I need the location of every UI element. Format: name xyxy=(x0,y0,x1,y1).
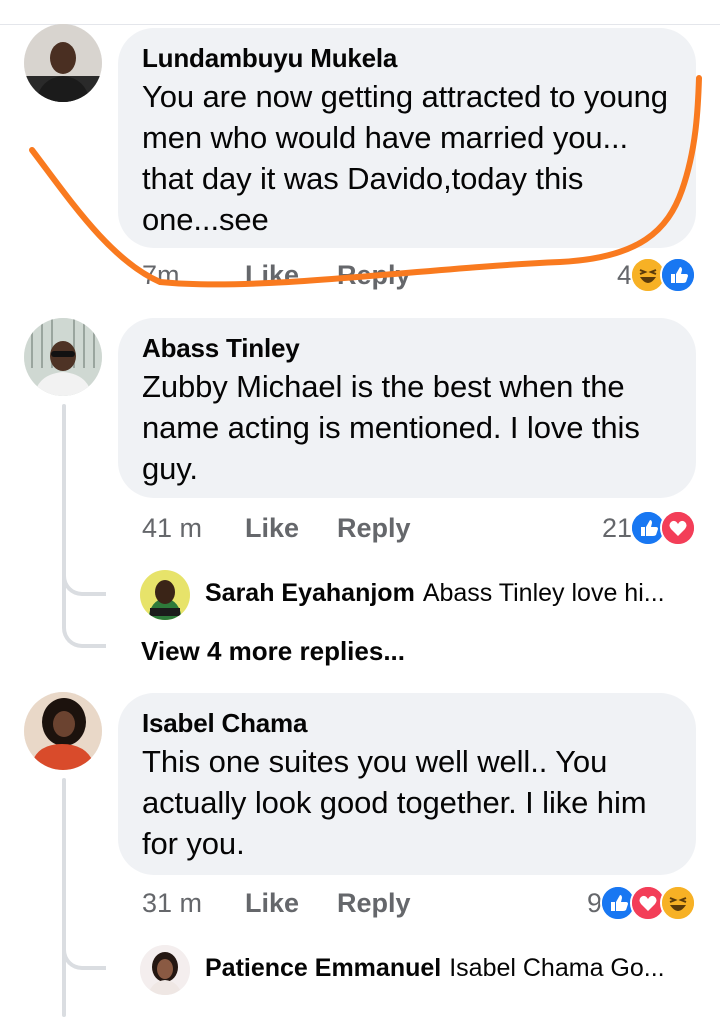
like-button[interactable]: Like xyxy=(245,260,337,291)
thread-branch xyxy=(62,600,106,648)
top-divider xyxy=(0,24,720,25)
like-button[interactable]: Like xyxy=(245,513,337,544)
avatar-lundambuyu[interactable] xyxy=(24,24,102,102)
reactions-summary[interactable]: 21 xyxy=(602,510,696,546)
comment-text: You are now getting attracted to young m… xyxy=(142,79,668,237)
comment-text: Zubby Michael is the best when the name … xyxy=(142,369,640,486)
reactions-summary[interactable]: 4 xyxy=(617,257,696,293)
reply-author[interactable]: Sarah Eyahanjom xyxy=(205,579,415,608)
reply-button[interactable]: Reply xyxy=(337,513,411,544)
thread-branch xyxy=(62,930,106,970)
avatar-abass[interactable] xyxy=(24,318,102,396)
comment-time: 41 m xyxy=(142,512,203,543)
comment-bubble[interactable]: Lundambuyu Mukela You are now getting at… xyxy=(118,28,696,248)
avatar-isabel[interactable] xyxy=(24,692,102,770)
comment-actions: 41 m Like Reply xyxy=(142,510,411,546)
comment-time: 31 m xyxy=(142,887,203,918)
reply-button[interactable]: Reply xyxy=(337,260,411,291)
reply-preview[interactable]: Patience Emmanuel Isabel Chama Go... xyxy=(205,954,665,983)
comment-actions: 31 m Like Reply xyxy=(142,885,411,921)
reply-text: Isabel Chama Go... xyxy=(449,954,665,982)
thread-branch xyxy=(62,560,106,596)
like-reaction-icon xyxy=(660,257,696,293)
reply-button[interactable]: Reply xyxy=(337,888,411,919)
reply-text: Abass Tinley love hi... xyxy=(422,579,665,607)
comment-bubble[interactable]: Isabel Chama This one suites you well we… xyxy=(118,693,696,875)
love-reaction-icon xyxy=(660,510,696,546)
comment-bubble[interactable]: Abass Tinley Zubby Michael is the best w… xyxy=(118,318,696,498)
comment-text: This one suites you well well.. You actu… xyxy=(142,744,647,861)
reply-preview[interactable]: Sarah Eyahanjom Abass Tinley love hi... xyxy=(205,579,665,608)
comment-time: 7m xyxy=(142,259,180,290)
comment-actions: 7m Like Reply xyxy=(142,257,411,293)
thread-line xyxy=(62,965,66,1017)
reaction-count: 21 xyxy=(601,512,632,543)
avatar-sarah[interactable] xyxy=(140,570,190,620)
reply-author[interactable]: Patience Emmanuel xyxy=(205,954,441,983)
haha-reaction-icon xyxy=(660,885,696,921)
avatar-patience[interactable] xyxy=(140,945,190,995)
like-button[interactable]: Like xyxy=(245,888,337,919)
comment-author[interactable]: Isabel Chama xyxy=(142,707,670,739)
reactions-summary[interactable]: 9 xyxy=(587,885,696,921)
view-more-replies[interactable]: View 4 more replies... xyxy=(141,636,405,667)
comment-author[interactable]: Lundambuyu Mukela xyxy=(142,42,670,74)
comment-author[interactable]: Abass Tinley xyxy=(142,332,670,364)
